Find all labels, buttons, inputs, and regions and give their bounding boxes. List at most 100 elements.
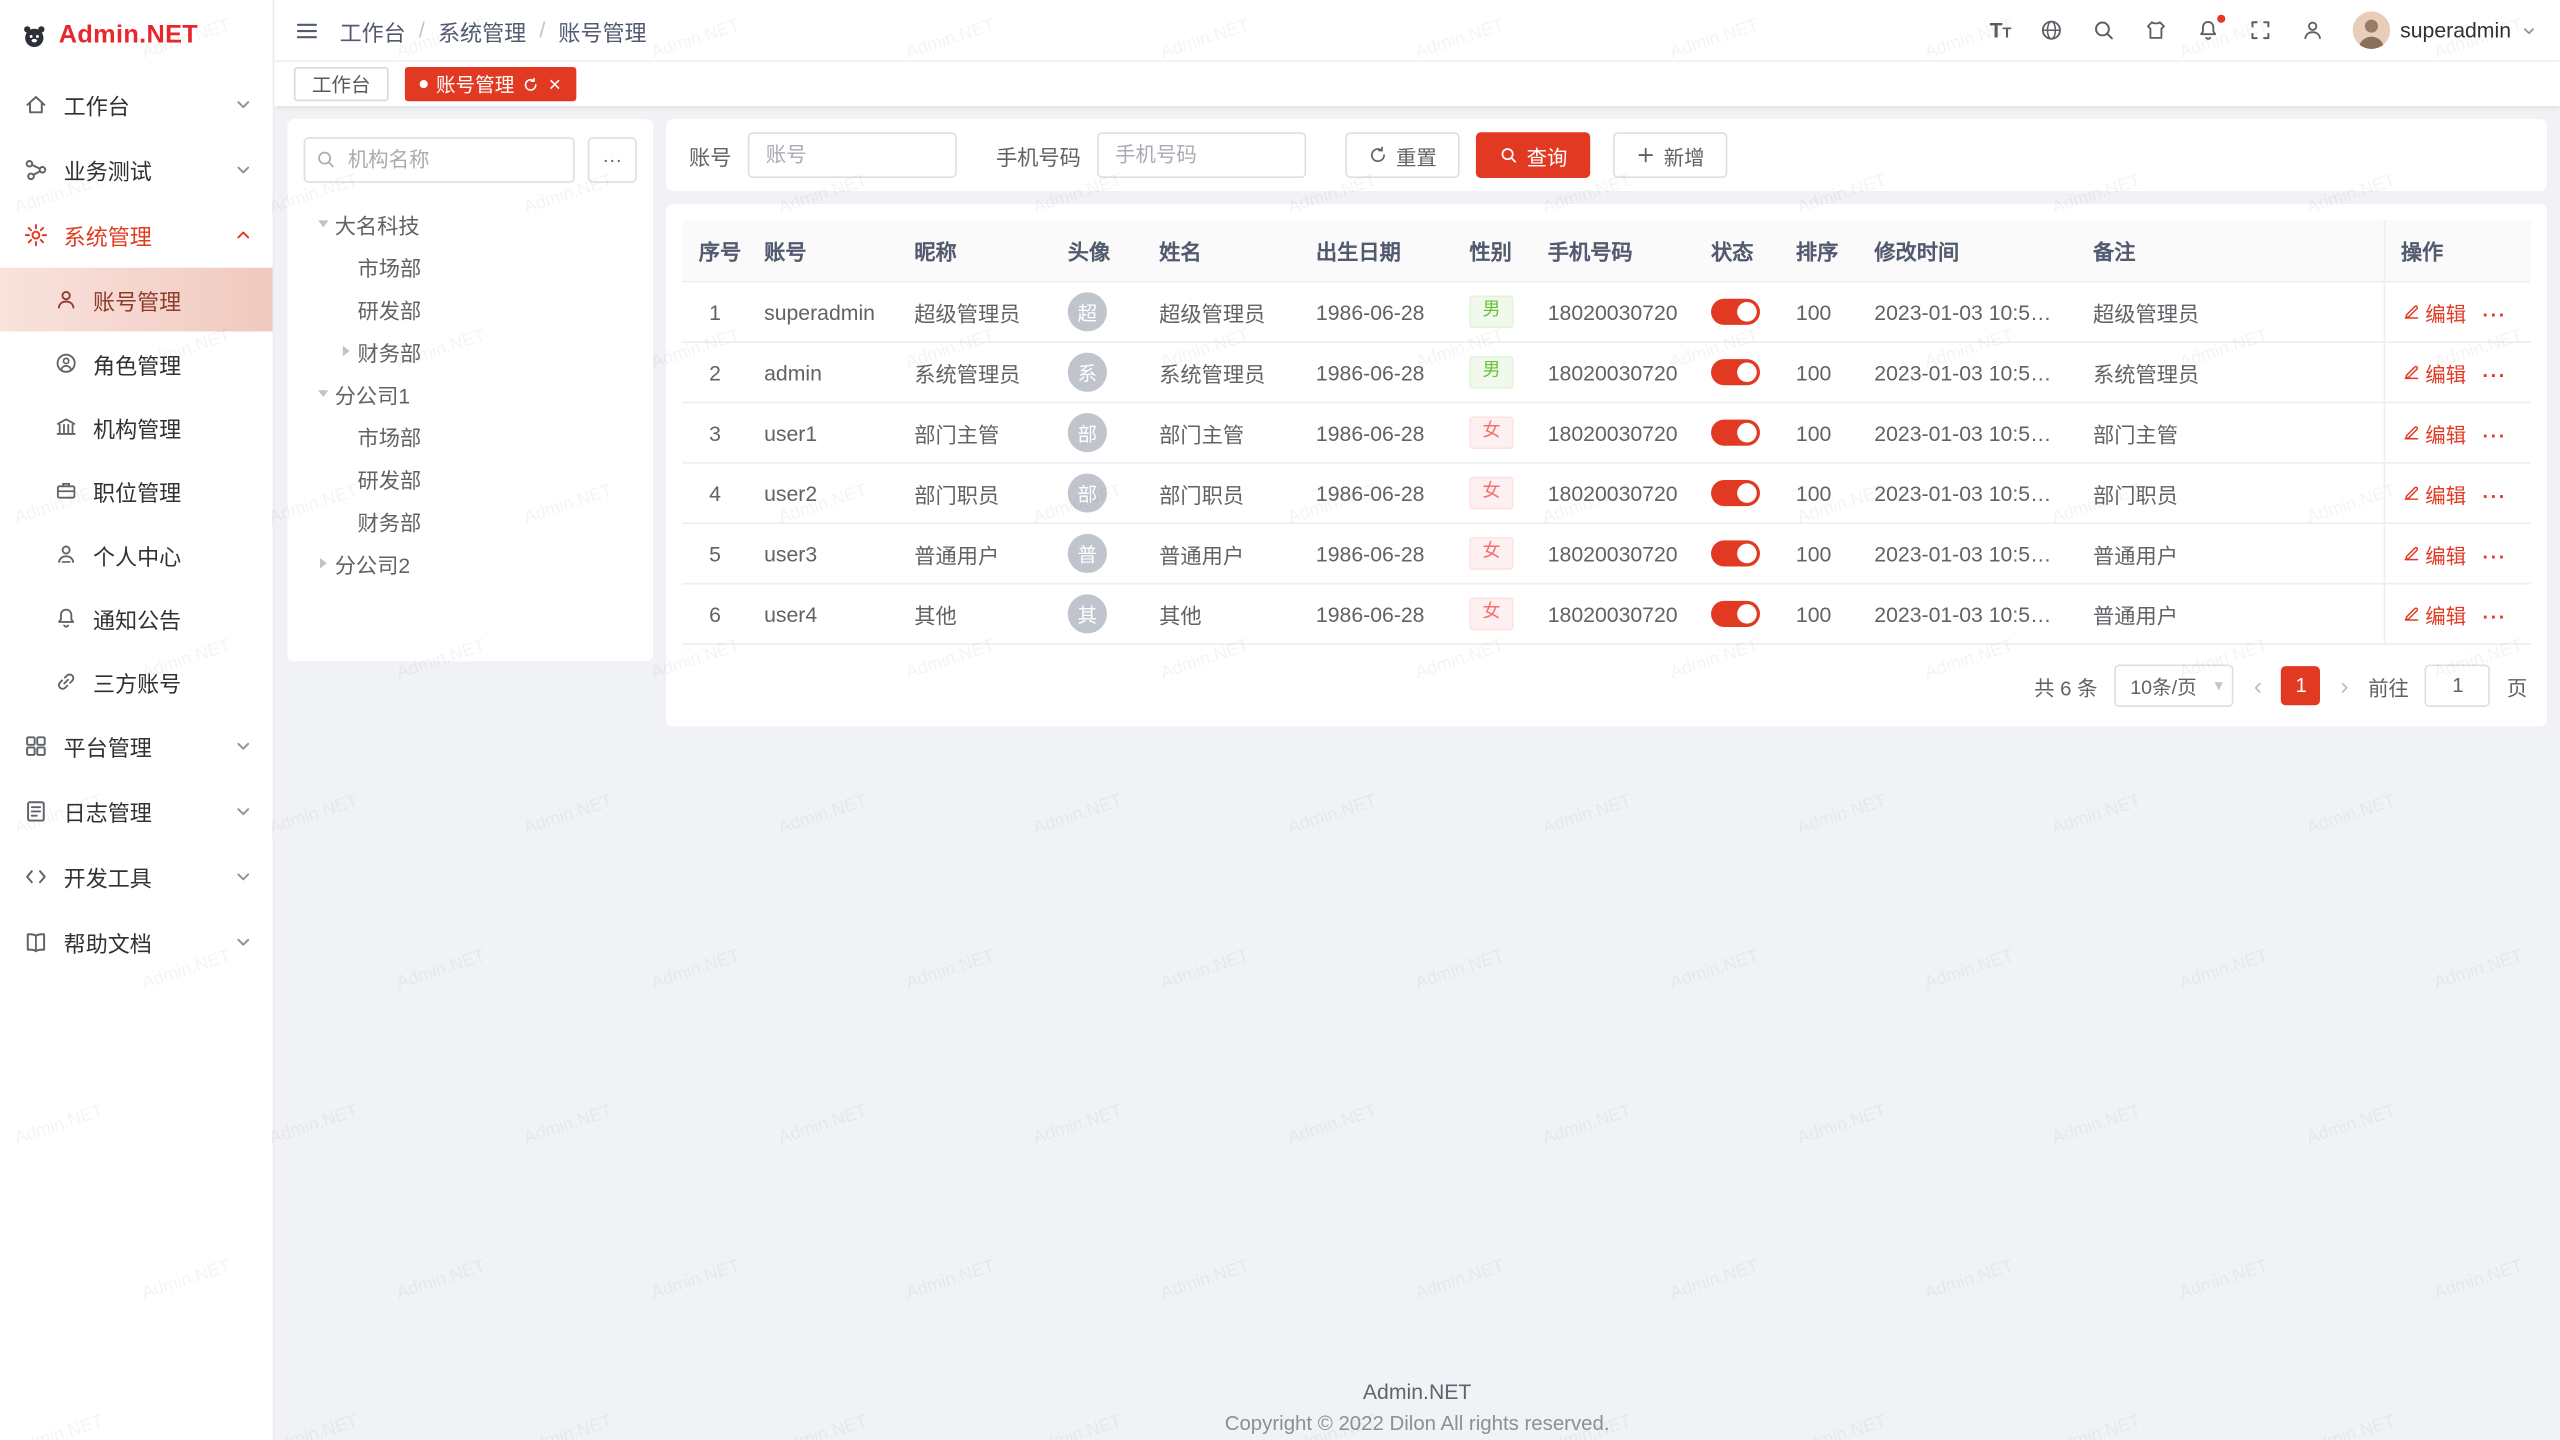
tab-account-management[interactable]: 账号管理 × [405,67,576,101]
status-toggle[interactable] [1711,541,1760,567]
prev-page-button[interactable]: ‹ [2251,673,2266,697]
chevron-down-icon [233,736,253,756]
tree-node[interactable]: 研发部 [304,457,637,499]
table-row[interactable]: 3 user1 部门主管 部 部门主管 1986-06-28 女 1802003… [682,402,2530,462]
caret-down-icon[interactable] [310,385,334,401]
org-search-input[interactable] [304,137,575,183]
org-tree: 大名科技 市场部 研发部 财务部 分公司1 [304,202,637,584]
cell-name: 普通用户 [1143,523,1300,583]
goto-page-input[interactable] [2425,664,2490,706]
gender-badge: 女 [1469,477,1513,508]
sidebar-item-system-management[interactable]: 系统管理 [0,202,273,267]
tab-label: 工作台 [312,70,371,98]
goto-label: 前往 [2368,670,2409,701]
edit-button[interactable]: 编辑 [2401,598,2466,629]
sidebar-item-account-management[interactable]: 账号管理 [0,268,273,332]
sidebar-item-dev-tools[interactable]: 开发工具 [0,844,273,909]
tree-node[interactable]: 大名科技 [304,202,637,244]
edit-button[interactable]: 编辑 [2401,538,2466,569]
table-row[interactable]: 1 superadmin 超级管理员 超 超级管理员 1986-06-28 男 … [682,282,2530,342]
sidebar-item-platform-management[interactable]: 平台管理 [0,713,273,778]
tree-node[interactable]: 分公司1 [304,372,637,414]
status-toggle[interactable] [1711,420,1760,446]
page-size-select[interactable]: 10条/页▾ [2114,664,2234,706]
tree-node[interactable]: 市场部 [304,245,637,287]
cell-avatar: 普 [1051,523,1142,583]
status-toggle[interactable] [1711,299,1760,325]
sidebar-item-position-management[interactable]: 职位管理 [0,459,273,523]
font-size-icon[interactable]: TT [1990,18,2012,42]
cell-avatar: 系 [1051,342,1142,402]
chevron-down-icon [233,867,253,887]
close-icon[interactable]: × [549,73,561,94]
row-more-button[interactable]: ··· [2482,485,2506,508]
app-logo[interactable]: Admin.NET [0,0,273,72]
tree-node[interactable]: 市场部 [304,415,637,457]
edit-button[interactable]: 编辑 [2401,417,2466,448]
search-button[interactable]: 查询 [1476,132,1590,178]
row-more-button[interactable]: ··· [2482,545,2506,568]
tree-node[interactable]: 研发部 [304,287,637,329]
status-toggle[interactable] [1711,601,1760,627]
sidebar-item-org-management[interactable]: 机构管理 [0,395,273,459]
cell-remark: 超级管理员 [2077,282,2384,342]
add-button[interactable]: 新增 [1613,132,1727,178]
caret-right-icon[interactable] [310,555,334,571]
fullscreen-icon[interactable] [2248,18,2272,42]
globe-icon[interactable] [2039,18,2063,42]
row-more-button[interactable]: ··· [2482,304,2506,327]
sidebar-item-third-party-account[interactable]: 三方账号 [0,650,273,714]
sidebar-item-role-management[interactable]: 角色管理 [0,331,273,395]
sidebar-item-business-test[interactable]: 业务测试 [0,137,273,202]
table-row[interactable]: 6 user4 其他 其 其他 1986-06-28 女 18020030720… [682,584,2530,644]
org-more-button[interactable]: ··· [588,137,637,183]
breadcrumb-item[interactable]: 系统管理 [438,14,526,47]
status-toggle[interactable] [1711,360,1760,386]
sidebar-item-notice[interactable]: 通知公告 [0,586,273,650]
notifications-bell-icon[interactable] [2196,18,2220,42]
accounts-table: 序号 账号 昵称 头像 姓名 出生日期 性别 手机号码 状态 排序 修改时间 [682,220,2530,644]
cell-nickname: 部门主管 [898,402,1051,462]
current-page-button[interactable]: 1 [2282,666,2321,705]
row-more-button[interactable]: ··· [2482,364,2506,387]
user-icon[interactable] [2301,18,2325,42]
sidebar-item-help-docs[interactable]: 帮助文档 [0,909,273,974]
caret-right-icon[interactable] [333,343,357,359]
edit-button[interactable]: 编辑 [2401,357,2466,388]
user-avatar [2353,11,2391,49]
edit-button[interactable]: 编辑 [2401,478,2466,509]
row-more-button[interactable]: ··· [2482,424,2506,447]
cell-modified: 2023-01-03 10:59:44 [1858,342,2077,402]
cell-actions: 编辑 ··· [2384,523,2531,583]
caret-down-icon[interactable] [310,216,334,232]
table-row[interactable]: 4 user2 部门职员 部 部门职员 1986-06-28 女 1802003… [682,463,2530,523]
user-menu[interactable]: superadmin [2353,11,2537,49]
breadcrumb-item[interactable]: 工作台 [340,14,406,47]
sidebar-item-label: 个人中心 [93,538,181,571]
menu-collapse-icon[interactable] [294,17,320,43]
table-row[interactable]: 2 admin 系统管理员 系 系统管理员 1986-06-28 男 18020… [682,342,2530,402]
tabs-bar: 工作台 账号管理 × [274,62,2560,106]
next-page-button[interactable]: › [2337,673,2352,697]
row-more-button[interactable]: ··· [2482,606,2506,629]
sidebar-item-personal-center[interactable]: 个人中心 [0,522,273,586]
tree-node[interactable]: 财务部 [304,500,637,542]
chevron-down-icon [233,95,253,115]
edit-button[interactable]: 编辑 [2401,296,2466,327]
cell-sort: 100 [1780,463,1858,523]
account-input[interactable] [748,132,957,178]
chevron-down-icon [2521,22,2537,38]
refresh-icon[interactable] [523,76,539,92]
theme-icon[interactable] [2144,18,2168,42]
tab-workbench[interactable]: 工作台 [294,67,389,101]
pagination: 共 6 条 10条/页▾ ‹ 1 › 前往 页 [682,645,2530,717]
tree-node[interactable]: 分公司2 [304,542,637,584]
table-row[interactable]: 5 user3 普通用户 普 普通用户 1986-06-28 女 1802003… [682,523,2530,583]
tree-node[interactable]: 财务部 [304,330,637,372]
search-icon[interactable] [2092,18,2116,42]
reset-button[interactable]: 重置 [1345,132,1459,178]
status-toggle[interactable] [1711,480,1760,506]
sidebar-item-workbench[interactable]: 工作台 [0,72,273,137]
phone-input[interactable] [1097,132,1306,178]
sidebar-item-log-management[interactable]: 日志管理 [0,779,273,844]
